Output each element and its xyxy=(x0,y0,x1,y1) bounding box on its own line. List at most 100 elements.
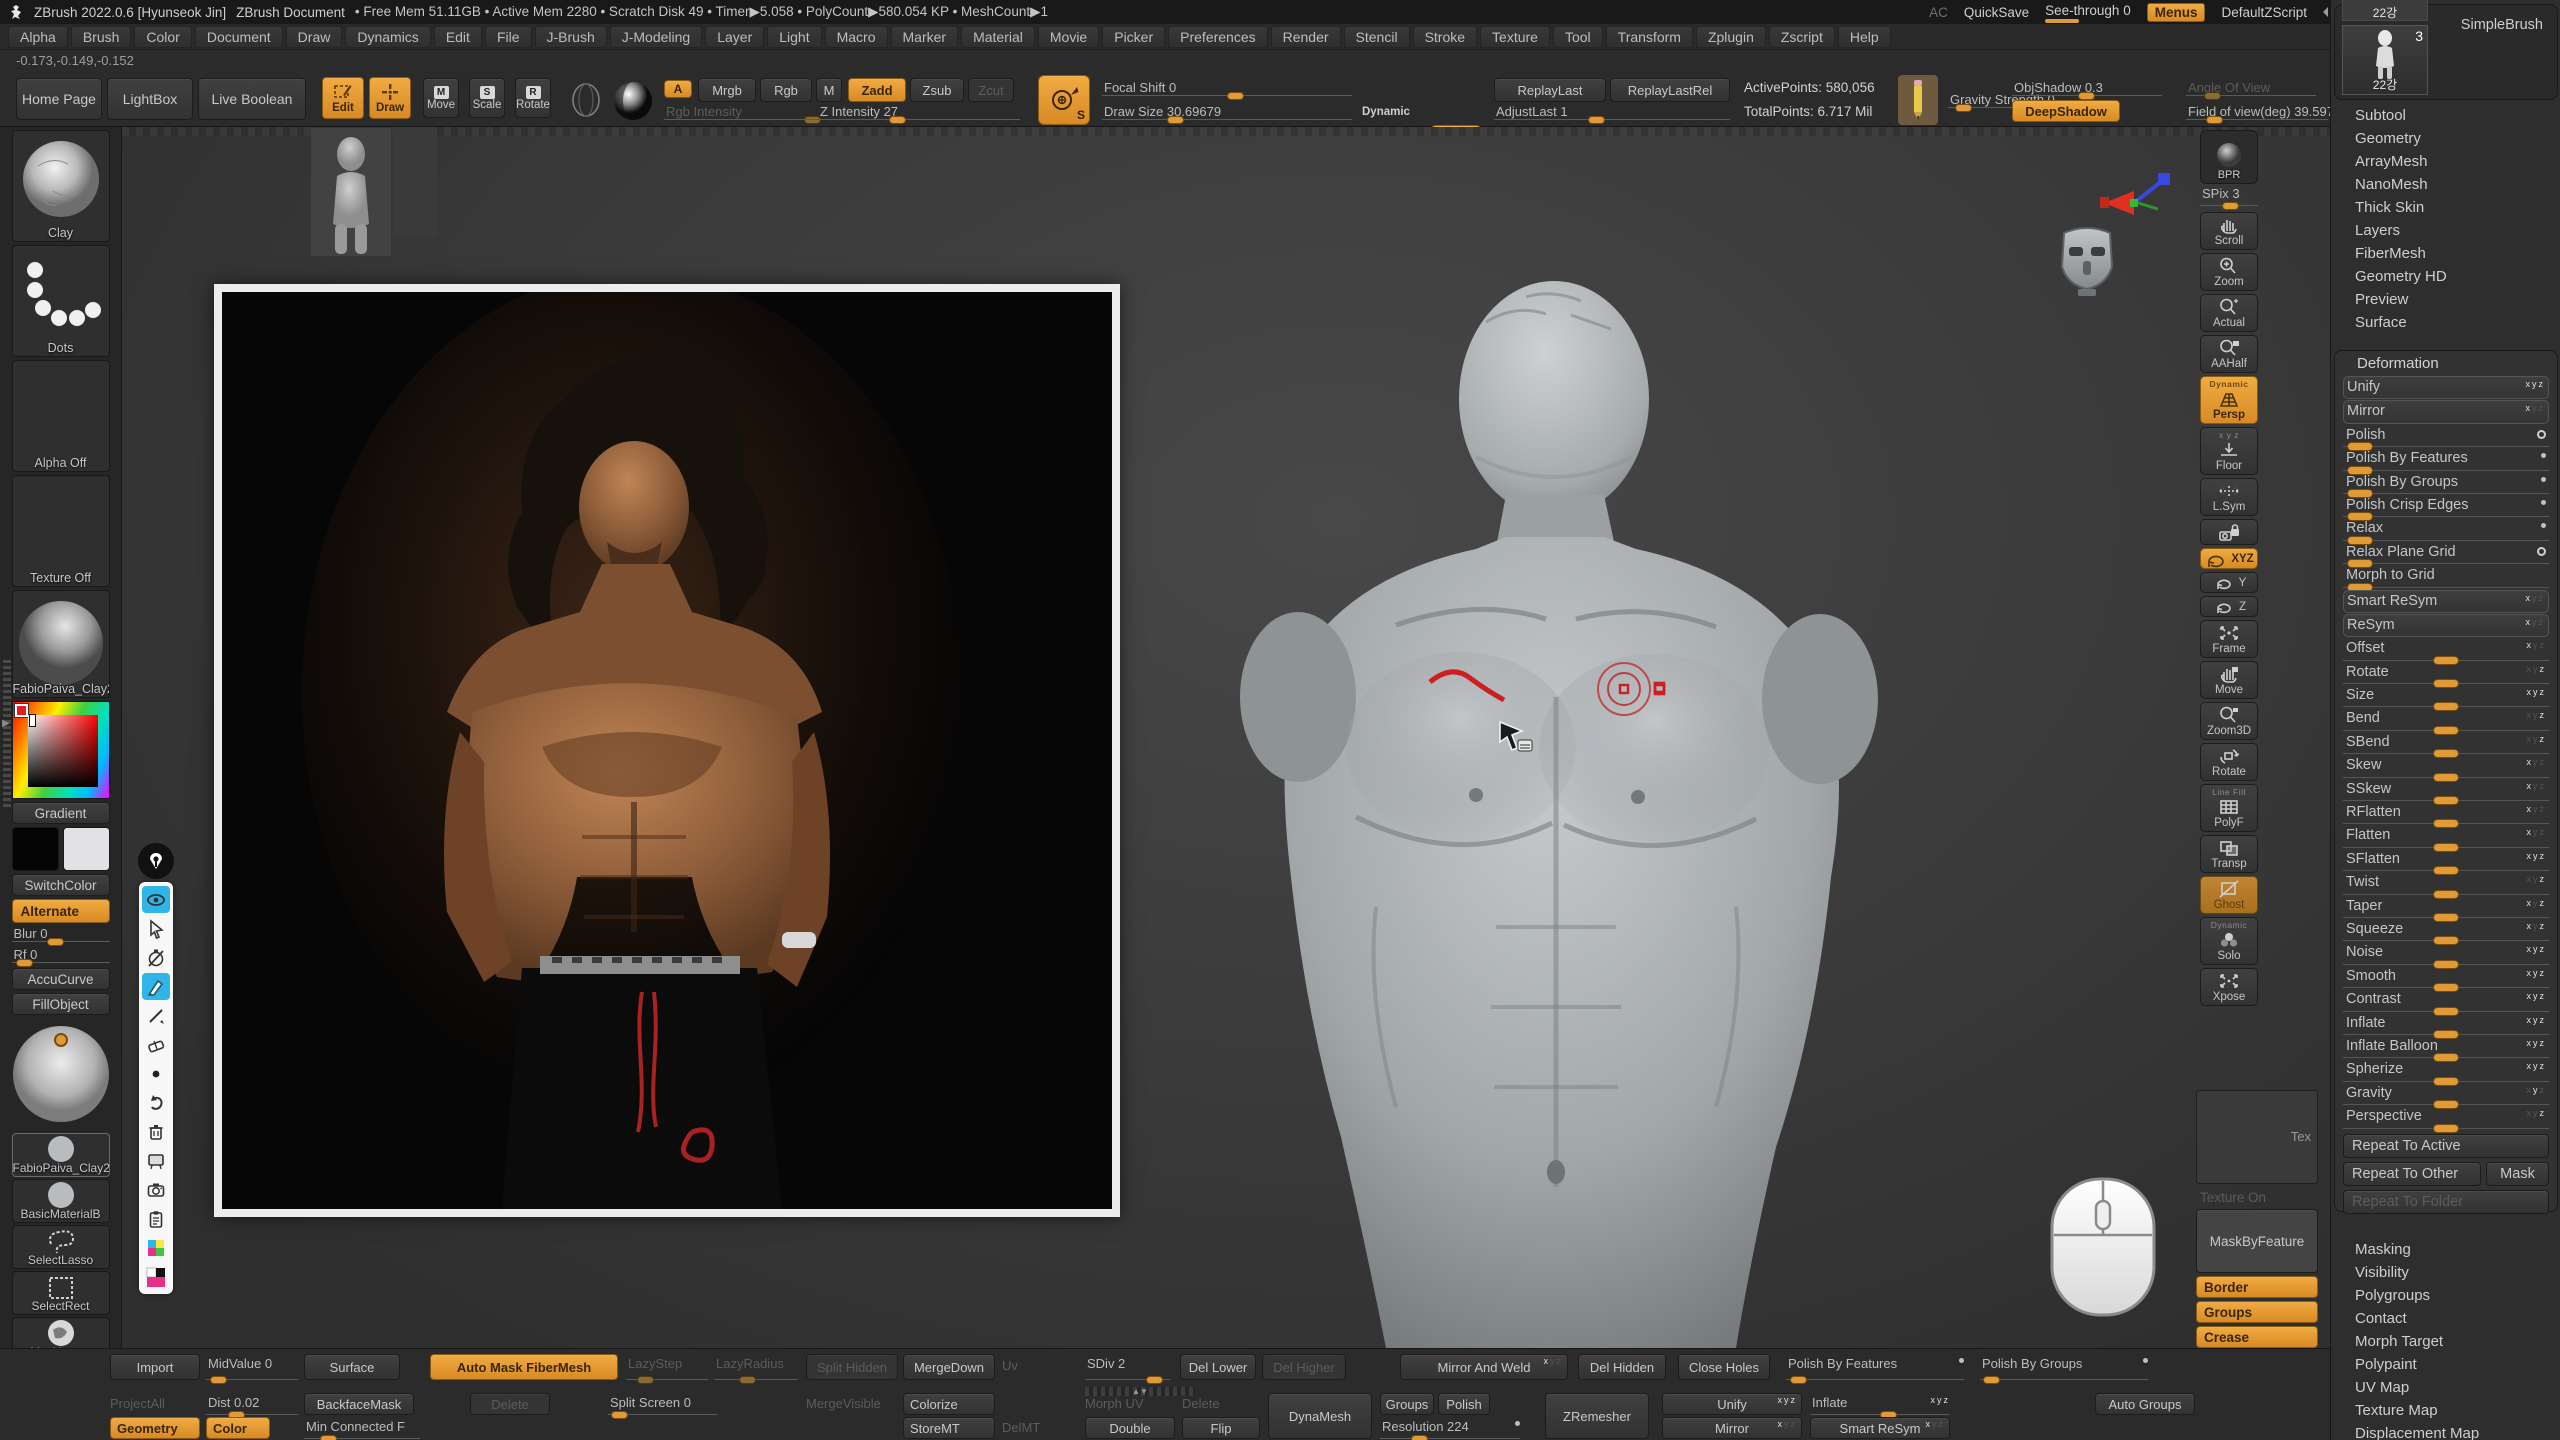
inflate-slider-bottom[interactable]: Inflatexyz xyxy=(1810,1395,1950,1417)
unify-button-bottom[interactable]: Unifyxyz xyxy=(1662,1393,1802,1415)
menu-item-macro[interactable]: Macro xyxy=(825,26,888,48)
section-uv-map[interactable]: UV Map xyxy=(2331,1376,2560,1399)
section-contact[interactable]: Contact xyxy=(2331,1307,2560,1330)
section-polygroups[interactable]: Polygroups xyxy=(2331,1284,2560,1307)
mrgb-button[interactable]: Mrgb xyxy=(698,78,756,102)
anchor-a-toggle[interactable]: A xyxy=(664,80,692,98)
menu-item-document[interactable]: Document xyxy=(195,26,283,48)
dynamic-label[interactable]: Dynamic xyxy=(1362,106,1410,118)
rotate-mode-button[interactable]: RRotate xyxy=(515,78,551,118)
camera-robot-head-icon[interactable] xyxy=(2056,223,2118,297)
delmt-button[interactable]: DelMT xyxy=(1002,1420,1040,1440)
section-morph-target[interactable]: Morph Target xyxy=(2331,1330,2560,1353)
projectall-button[interactable]: ProjectAll xyxy=(110,1393,165,1415)
mask-button[interactable]: Mask xyxy=(2486,1162,2549,1186)
menu-item-transform[interactable]: Transform xyxy=(1606,26,1693,48)
section-texture-map[interactable]: Texture Map xyxy=(2331,1399,2560,1422)
deform-inflate-balloon-slider[interactable]: Inflate Balloonxyz xyxy=(2343,1036,2549,1059)
resolution-slider[interactable]: Resolution 224 xyxy=(1380,1419,1520,1440)
xyz-axis-toggles[interactable]: xyz xyxy=(2527,944,2547,954)
dist-slider[interactable]: Dist 0.02 xyxy=(206,1395,298,1417)
tray-row-divider[interactable]: ▲▼ xyxy=(1085,1387,1195,1396)
xyz-axis-toggles[interactable]: xyz xyxy=(2527,991,2547,1001)
deform-polish-crisp-edges-slider[interactable]: Polish Crisp Edges xyxy=(2343,495,2549,518)
backfacemask-button[interactable]: BackfaceMask xyxy=(304,1393,414,1415)
deform-sbend-slider[interactable]: SBendxyz xyxy=(2343,732,2549,755)
focal-shift-slider[interactable]: Focal Shift 0 xyxy=(1102,80,1352,98)
strip-scroll-button[interactable]: Scroll xyxy=(2200,212,2258,250)
color-picker-cursor[interactable] xyxy=(29,714,36,727)
deform-unify-button[interactable]: Unifyxyz xyxy=(2343,376,2549,399)
z-intensity-slider[interactable]: Z Intensity 27 xyxy=(790,104,1020,122)
marker-icon[interactable] xyxy=(142,973,170,1000)
swatch-icon[interactable] xyxy=(142,1263,170,1290)
secondary-color-swatch[interactable] xyxy=(63,827,110,871)
deform-skew-slider[interactable]: Skewxyz xyxy=(2343,755,2549,778)
document-canvas[interactable] xyxy=(122,127,2330,1348)
deform-mirror-button[interactable]: Mirrorxyz xyxy=(2343,400,2549,423)
alpha-ellipse-icon[interactable] xyxy=(566,82,606,118)
deform-resym-button[interactable]: ReSymxyz xyxy=(2343,614,2549,637)
bpr-render-button[interactable]: BPR xyxy=(2200,130,2258,184)
flip-button[interactable]: Flip xyxy=(1182,1417,1260,1439)
deform-smart-resym-button[interactable]: Smart ReSymxyz xyxy=(2343,590,2549,613)
section-visibility[interactable]: Visibility xyxy=(2331,1261,2560,1284)
deep-shadow-button[interactable]: DeepShadow xyxy=(2012,100,2120,122)
current-stroke-thumb[interactable]: Dots xyxy=(12,245,110,357)
current-texture-thumb[interactable]: Texture Off xyxy=(12,475,110,587)
sdiv-slider[interactable]: SDiv 2 xyxy=(1085,1356,1170,1382)
section-surface[interactable]: Surface xyxy=(2331,311,2560,334)
tool-thumb-previous[interactable]: 22강 xyxy=(2342,0,2428,21)
deform-polish-by-features-slider[interactable]: Polish By Features xyxy=(2343,448,2549,471)
cursor-icon[interactable] xyxy=(142,915,170,942)
menu-item-j-brush[interactable]: J-Brush xyxy=(535,26,607,48)
color-button[interactable]: Color xyxy=(206,1417,270,1439)
deform-offset-slider[interactable]: Offsetxyz xyxy=(2343,638,2549,661)
autoclaim-toggle[interactable]: AC xyxy=(1929,5,1948,20)
lightbox-button[interactable]: LightBox xyxy=(107,78,193,120)
section-displacement-map[interactable]: Displacement Map xyxy=(2331,1422,2560,1440)
strip-xyz-button[interactable]: XYZ xyxy=(2200,548,2258,569)
quick-pick-selectlasso[interactable]: SelectLasso xyxy=(12,1225,110,1269)
deform-sskew-slider[interactable]: SSkewxyz xyxy=(2343,779,2549,802)
deform-polish-slider[interactable]: Polish xyxy=(2343,425,2549,448)
xyz-axis-toggles[interactable]: xyz xyxy=(2526,617,2546,627)
deform-sflatten-slider[interactable]: SFlattenxyz xyxy=(2343,849,2549,872)
xyz-axis-toggles[interactable]: xyz xyxy=(2527,710,2547,720)
xyz-axis-toggles[interactable]: xyz xyxy=(2527,1015,2547,1025)
menu-item-draw[interactable]: Draw xyxy=(286,26,343,48)
xyz-axis-toggles[interactable]: xyz xyxy=(2527,968,2547,978)
crease-button[interactable]: Crease xyxy=(2196,1326,2318,1348)
color-picker[interactable] xyxy=(12,701,110,799)
deform-spherize-slider[interactable]: Spherizexyz xyxy=(2343,1059,2549,1082)
fill-object-button[interactable]: FillObject xyxy=(12,993,110,1015)
menu-item-edit[interactable]: Edit xyxy=(434,26,482,48)
repeat-to-folder-button[interactable]: Repeat To Folder xyxy=(2343,1190,2549,1214)
groups-button-bottom[interactable]: Groups xyxy=(1380,1393,1434,1415)
section-geometry-hd[interactable]: Geometry HD xyxy=(2331,265,2560,288)
del-higher-button[interactable]: Del Higher xyxy=(1262,1354,1346,1380)
strip-floor-button[interactable]: x y zFloor xyxy=(2200,427,2258,475)
del-lower-button[interactable]: Del Lower xyxy=(1180,1354,1256,1380)
zremesher-button[interactable]: ZRemesher xyxy=(1545,1393,1649,1439)
accucurve-button[interactable]: AccuCurve xyxy=(12,968,110,990)
strip-ghost-button[interactable]: Ghost xyxy=(2200,876,2258,914)
strip-aahalf-button[interactable]: AAHalf xyxy=(2200,335,2258,373)
storemt-button[interactable]: StoreMT xyxy=(903,1417,995,1439)
polish-button-bottom[interactable]: Polish xyxy=(1438,1393,1490,1415)
sculpt-mesh[interactable] xyxy=(1176,227,1936,1348)
section-geometry[interactable]: Geometry xyxy=(2331,127,2560,150)
section-nanomesh[interactable]: NanoMesh xyxy=(2331,173,2560,196)
menu-item-marker[interactable]: Marker xyxy=(891,26,959,48)
section-fibermesh[interactable]: FiberMesh xyxy=(2331,242,2560,265)
menu-item-picker[interactable]: Picker xyxy=(1102,26,1165,48)
xyz-axis-toggles[interactable]: xyz xyxy=(2527,1085,2547,1095)
min-connected-slider[interactable]: Min Connected F xyxy=(304,1419,420,1440)
deform-noise-slider[interactable]: Noisexyz xyxy=(2343,942,2549,965)
xyz-axis-toggles[interactable]: xyz xyxy=(2527,898,2547,908)
menu-item-tool[interactable]: Tool xyxy=(1553,26,1603,48)
scale-mode-button[interactable]: SScale xyxy=(469,78,505,118)
xyz-axis-toggles[interactable]: xyz xyxy=(2527,734,2547,744)
current-alpha-thumb[interactable]: Alpha Off xyxy=(12,360,110,472)
menu-item-material[interactable]: Material xyxy=(961,26,1035,48)
